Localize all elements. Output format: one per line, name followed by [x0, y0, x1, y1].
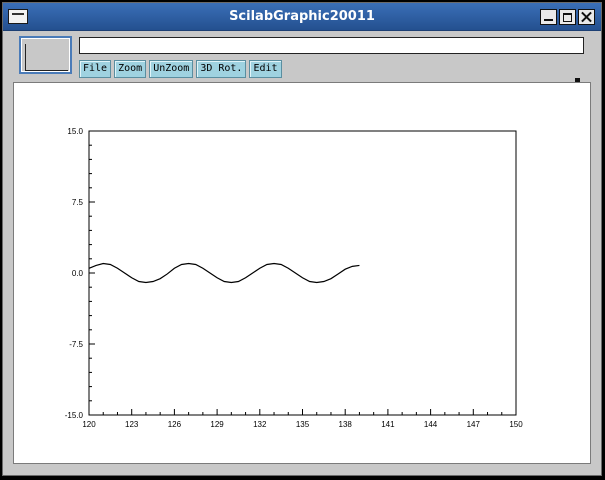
menu-3d-rot-button[interactable]: 3D Rot. — [196, 60, 247, 78]
menu-zoom-button[interactable]: Zoom — [114, 60, 147, 78]
x-tick-label: 150 — [509, 420, 523, 429]
message-field[interactable] — [79, 37, 584, 54]
x-tick-label: 141 — [381, 420, 395, 429]
x-tick-label: 129 — [210, 420, 224, 429]
close-button[interactable] — [578, 9, 595, 25]
x-tick-label: 120 — [82, 420, 96, 429]
menu-edit-button[interactable]: Edit — [249, 60, 282, 78]
x-tick-label: 135 — [296, 420, 310, 429]
graphic-preview-icon[interactable] — [19, 36, 72, 74]
scilab-graphic-window: ScilabGraphic20011 File Zoom UnZoom 3D Rot.… — [2, 2, 602, 476]
x-tick-label: 138 — [339, 420, 353, 429]
title-bar[interactable]: ScilabGraphic20011 — [3, 3, 601, 31]
y-tick-label: -15.0 — [65, 411, 84, 420]
plot-frame — [88, 130, 517, 416]
minimize-button[interactable] — [540, 9, 557, 25]
menu-bar: File Zoom UnZoom 3D Rot. Edit — [79, 60, 285, 78]
x-tick-label: 147 — [467, 420, 481, 429]
y-tick-label: -7.5 — [69, 340, 83, 349]
x-tick-label: 126 — [168, 420, 182, 429]
x-tick-label: 123 — [125, 420, 139, 429]
series-line — [88, 262, 360, 284]
x-tick-label: 144 — [424, 420, 438, 429]
y-tick-label: 7.5 — [72, 198, 84, 207]
toolbar: File Zoom UnZoom 3D Rot. Edit — [13, 33, 591, 80]
graphic-canvas[interactable]: 120 123 126 129 132 135 138 141 144 147 150 15.0 7.5… — [13, 82, 591, 464]
window-title: ScilabGraphic20011 — [229, 9, 375, 24]
x-tick-label: 132 — [253, 420, 267, 429]
y-tick-label: 15.0 — [67, 127, 83, 136]
y-tick-label: 0.0 — [72, 269, 84, 278]
menu-file-button[interactable]: File — [79, 60, 112, 78]
menu-unzoom-button[interactable]: UnZoom — [149, 60, 194, 78]
plot-svg: 120 123 126 129 132 135 138 141 144 147 150 15.0 7.5… — [65, 127, 523, 429]
maximize-button[interactable] — [559, 9, 576, 25]
